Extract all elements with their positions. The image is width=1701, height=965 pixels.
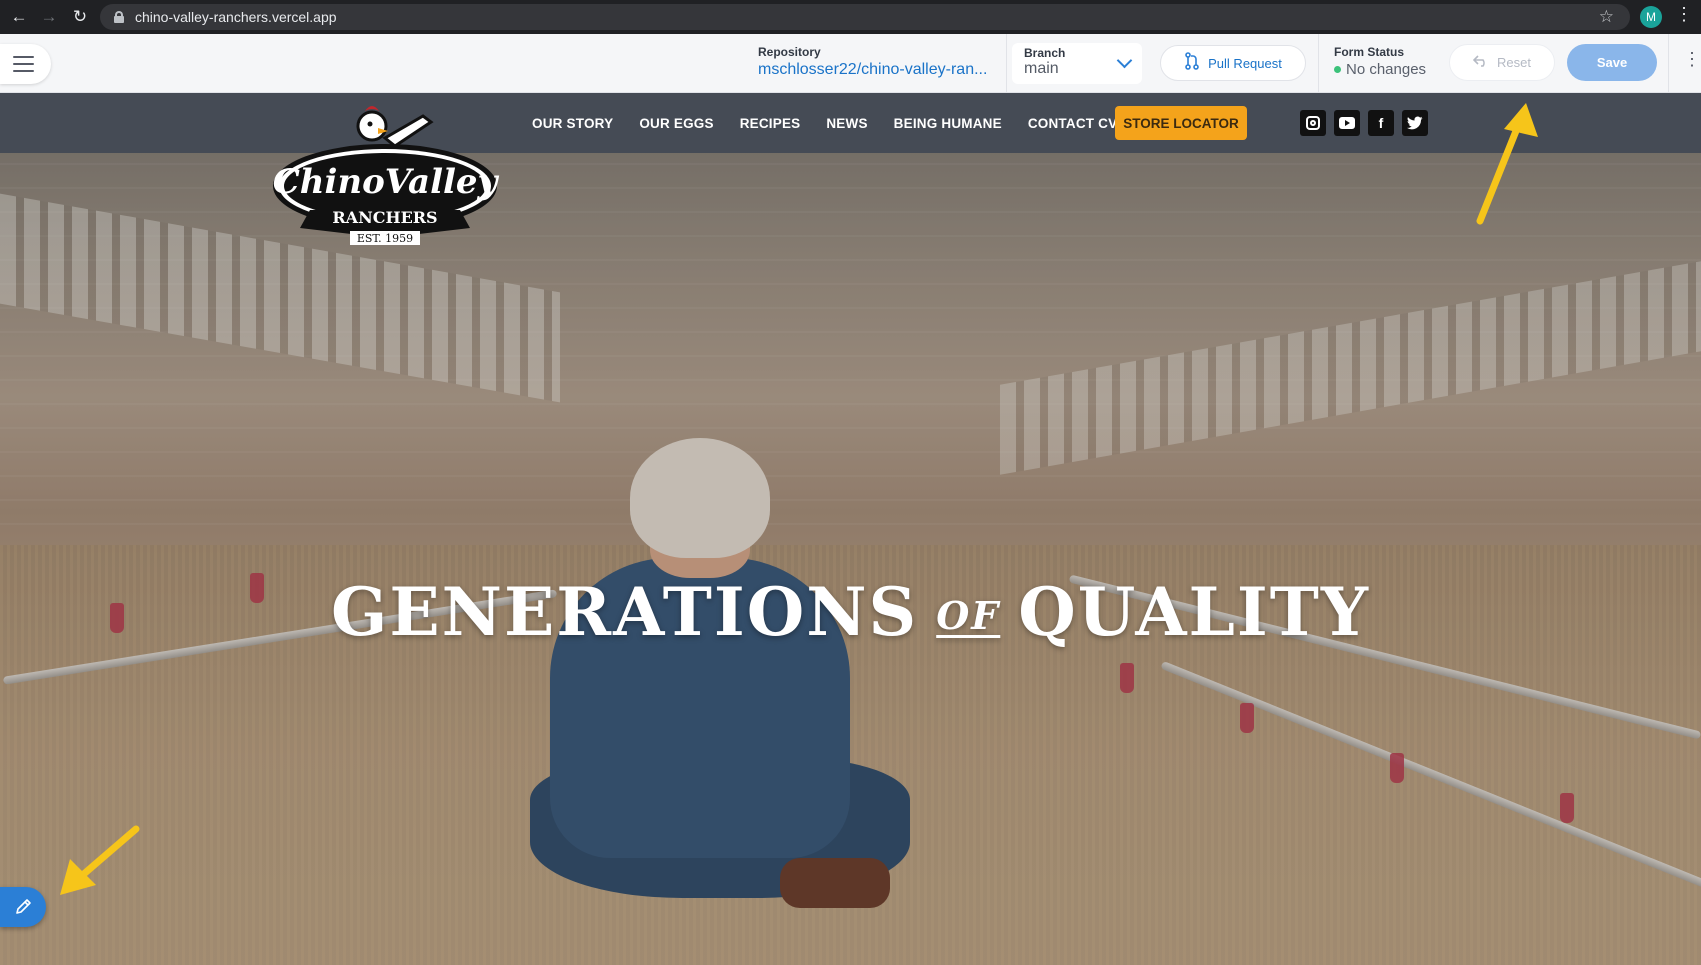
status-dot-icon bbox=[1334, 66, 1341, 73]
reset-button[interactable]: Reset bbox=[1449, 44, 1555, 81]
headline-word-2: OF bbox=[936, 593, 1001, 638]
nav-news[interactable]: NEWS bbox=[826, 116, 867, 131]
form-status-value: No changes bbox=[1334, 61, 1426, 78]
headline-word-3: QUALITY bbox=[1018, 573, 1371, 651]
reload-icon[interactable]: ↻ bbox=[65, 0, 95, 34]
profile-avatar[interactable]: M bbox=[1640, 6, 1662, 28]
undo-icon bbox=[1472, 55, 1489, 70]
forward-icon[interactable]: → bbox=[34, 0, 64, 34]
bookmark-star-icon[interactable]: ☆ bbox=[1599, 7, 1614, 27]
branch-label: Branch bbox=[1024, 46, 1066, 60]
repository-label: Repository bbox=[758, 45, 821, 59]
repository-link[interactable]: mschlosser22/chino-valley-ran... bbox=[758, 61, 987, 79]
back-icon[interactable]: ← bbox=[4, 0, 34, 34]
logo-brand-line2: RANCHERS bbox=[332, 208, 437, 227]
annotation-arrow-icon bbox=[1476, 103, 1538, 225]
hero-headline: GENERATIONS OF QUALITY bbox=[0, 573, 1701, 651]
pull-request-icon bbox=[1184, 52, 1200, 74]
nav-recipes[interactable]: RECIPES bbox=[740, 116, 801, 131]
twitter-icon[interactable] bbox=[1402, 110, 1428, 136]
divider bbox=[1318, 34, 1319, 92]
repository-field: Repository mschlosser22/chino-valley-ran… bbox=[758, 45, 987, 79]
hamburger-icon-line bbox=[13, 56, 34, 58]
hamburger-menu-button[interactable] bbox=[0, 44, 51, 84]
logo-established: EST. 1959 bbox=[357, 232, 413, 245]
save-button[interactable]: Save bbox=[1567, 44, 1657, 81]
edit-mode-button[interactable] bbox=[0, 887, 46, 927]
pull-request-label: Pull Request bbox=[1208, 55, 1282, 71]
reset-label: Reset bbox=[1497, 55, 1531, 70]
hamburger-icon-line bbox=[13, 70, 34, 72]
pencil-icon bbox=[16, 899, 31, 914]
youtube-icon[interactable] bbox=[1334, 110, 1360, 136]
site-preview: OUR STORY OUR EGGS RECIPES NEWS BEING HU… bbox=[0, 93, 1701, 965]
nav-contact-cvr[interactable]: CONTACT CVR bbox=[1028, 116, 1127, 131]
hero-background bbox=[0, 93, 1701, 965]
editor-toolbar: Repository mschlosser22/chino-valley-ran… bbox=[0, 34, 1701, 93]
headline-word-1: GENERATIONS bbox=[330, 573, 919, 651]
social-links: f bbox=[1300, 110, 1428, 136]
branch-select[interactable]: Branch main bbox=[1012, 43, 1142, 84]
form-status-text: No changes bbox=[1346, 61, 1427, 78]
branch-value: main bbox=[1024, 60, 1059, 77]
nav-being-humane[interactable]: BEING HUMANE bbox=[894, 116, 1002, 131]
hero-overlay bbox=[0, 93, 1701, 965]
logo-brand-line1: ChinoValley bbox=[273, 162, 500, 202]
instagram-icon[interactable] bbox=[1300, 110, 1326, 136]
divider bbox=[1006, 34, 1007, 92]
pull-request-button[interactable]: Pull Request bbox=[1160, 45, 1306, 81]
more-options-icon[interactable]: ⋮ bbox=[1683, 49, 1701, 70]
url-text: chino-valley-ranchers.vercel.app bbox=[135, 9, 337, 25]
nav-our-eggs[interactable]: OUR EGGS bbox=[639, 116, 713, 131]
browser-menu-icon[interactable]: ⋮ bbox=[1675, 4, 1693, 25]
form-status: Form Status No changes bbox=[1334, 45, 1426, 78]
chino-valley-logo[interactable]: ChinoValley RANCHERS EST. 1959 bbox=[270, 98, 500, 248]
annotation-arrow-icon bbox=[60, 825, 140, 895]
form-status-label: Form Status bbox=[1334, 45, 1405, 59]
site-nav: OUR STORY OUR EGGS RECIPES NEWS BEING HU… bbox=[0, 93, 1701, 153]
address-bar[interactable]: chino-valley-ranchers.vercel.app ☆ bbox=[100, 4, 1630, 30]
facebook-icon[interactable]: f bbox=[1368, 110, 1394, 136]
lock-icon bbox=[114, 11, 124, 23]
store-locator-button[interactable]: STORE LOCATOR bbox=[1115, 106, 1247, 140]
browser-bar: ← → ↻ chino-valley-ranchers.vercel.app ☆… bbox=[0, 0, 1701, 34]
hamburger-icon-line bbox=[13, 63, 34, 65]
nav-links: OUR STORY OUR EGGS RECIPES NEWS BEING HU… bbox=[532, 93, 1127, 153]
divider bbox=[1668, 34, 1669, 92]
nav-our-story[interactable]: OUR STORY bbox=[532, 116, 613, 131]
